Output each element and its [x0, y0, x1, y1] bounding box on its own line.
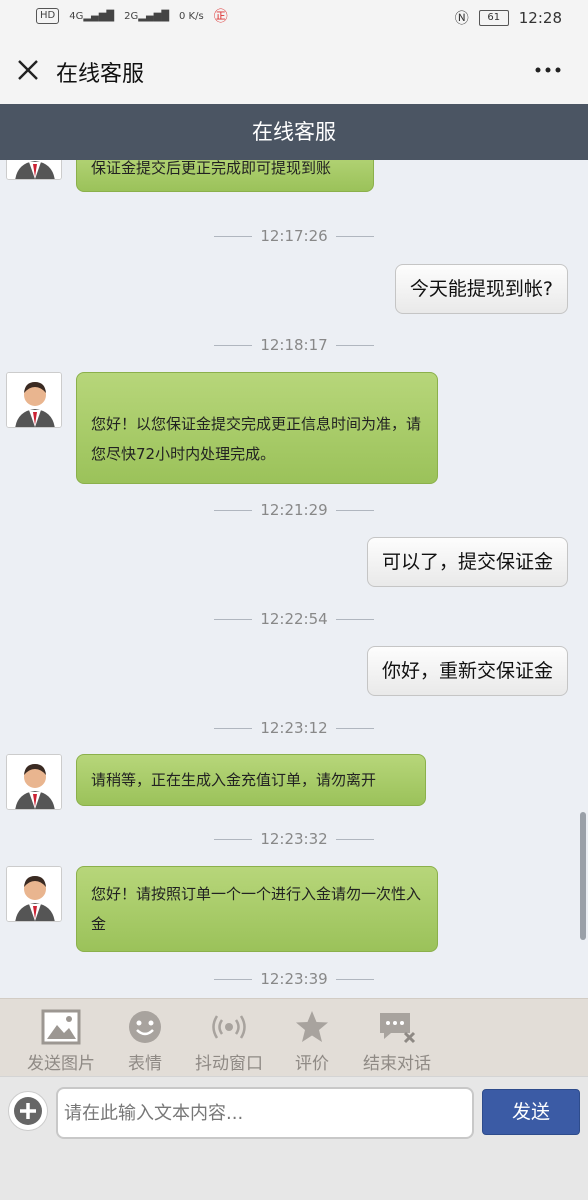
input-bar: 发送	[0, 1076, 588, 1200]
chat-scrollbar[interactable]	[580, 812, 586, 940]
agent-avatar	[6, 160, 62, 180]
message-text: 您好！以您保证金提交完成更正信息时间为准，请您尽快72小时内处理完成。	[91, 415, 422, 463]
agent-message-bubble: 保证金提交后更正完成即可提现到账	[76, 160, 374, 192]
clock: 12:28	[518, 9, 562, 27]
timestamp: 12:23:12	[0, 719, 588, 737]
network-4g-indicator: 4G▂▄▆█	[69, 10, 115, 22]
star-icon	[296, 1011, 328, 1042]
timestamp: 12:17:26	[0, 227, 588, 245]
app-notification-icon: ㊣	[213, 9, 228, 25]
speed-indicator: 0 K/s	[179, 10, 204, 22]
user-message-bubble: 可以了，提交保证金	[366, 537, 568, 587]
end-chat-button[interactable]: 结束对话	[356, 1009, 438, 1074]
agent-avatar-icon	[7, 755, 61, 809]
agent-avatar	[6, 866, 62, 922]
send-button[interactable]: 发送	[482, 1089, 580, 1135]
message-text: 可以了，提交保证金	[381, 551, 553, 573]
message-text: 保证金提交后更正完成即可提现到账	[91, 160, 332, 177]
chat-area[interactable]: 保证金提交后更正完成即可提现到账 12:17:26 今天能提现到帐? 12:18…	[0, 160, 588, 998]
message-text: 请稍等，正在生成入金充值订单，请勿离开	[91, 771, 377, 789]
shake-window-button[interactable]: 抖动窗口	[188, 1009, 270, 1074]
nfc-icon: Ⓝ	[454, 11, 469, 27]
battery-indicator: 61	[478, 10, 509, 26]
top-nav-bar: 在线客服	[0, 36, 588, 104]
user-message-bubble: 今天能提现到帐?	[394, 264, 568, 314]
send-image-label: 发送图片	[27, 1054, 95, 1074]
send-image-button[interactable]: 发送图片	[22, 1009, 100, 1074]
page-title: 在线客服	[56, 62, 145, 87]
hd-indicator: HD	[36, 8, 60, 24]
close-icon[interactable]	[16, 58, 40, 82]
timestamp: 12:21:29	[0, 501, 588, 519]
agent-avatar-icon	[7, 160, 61, 179]
end-chat-icon	[380, 1013, 416, 1044]
end-chat-label: 结束对话	[363, 1054, 431, 1074]
smiley-icon	[129, 1011, 161, 1043]
chat-toolbar: 发送图片 表情 抖动窗口 评价 结束对话	[0, 998, 588, 1076]
timestamp: 12:22:54	[0, 610, 588, 628]
rate-button[interactable]: 评价	[290, 1009, 334, 1074]
agent-avatar	[6, 372, 62, 428]
emoji-button[interactable]: 表情	[122, 1009, 168, 1074]
image-icon	[41, 1009, 81, 1045]
rate-label: 评价	[295, 1054, 329, 1074]
plus-icon	[14, 1097, 42, 1125]
message-text: 你好，重新交保证金	[381, 660, 553, 682]
add-attachment-button[interactable]	[8, 1091, 48, 1131]
message-text: 今天能提现到帐?	[409, 278, 553, 300]
agent-avatar	[6, 754, 62, 810]
agent-message-bubble: 您好！请按照订单一个一个进行入金请勿一次性入金	[76, 866, 438, 952]
agent-avatar-icon	[7, 867, 61, 921]
agent-message-bubble: 您好！以您保证金提交完成更正信息时间为准，请您尽快72小时内处理完成。	[76, 372, 438, 484]
message-text: 您好！请按照订单一个一个进行入金请勿一次性入金	[91, 885, 422, 933]
timestamp: 12:18:17	[0, 336, 588, 354]
agent-avatar-icon	[7, 373, 61, 427]
timestamp: 12:23:32	[0, 830, 588, 848]
agent-message-bubble: 请稍等，正在生成入金充值订单，请勿离开	[76, 754, 426, 806]
message-input[interactable]	[56, 1087, 474, 1139]
timestamp: 12:23:39	[0, 970, 588, 988]
user-message-bubble: 你好，重新交保证金	[366, 646, 568, 696]
shake-window-label: 抖动窗口	[195, 1054, 263, 1074]
emoji-label: 表情	[128, 1054, 162, 1074]
status-bar: HD 4G▂▄▆█ 2G▂▄▆█ 0 K/s ㊣ Ⓝ 61 12:28	[0, 0, 588, 36]
vibrate-icon	[212, 1015, 246, 1039]
more-options-icon[interactable]	[534, 60, 562, 80]
chat-header: 在线客服	[0, 104, 588, 160]
network-2g-indicator: 2G▂▄▆█	[124, 10, 170, 22]
